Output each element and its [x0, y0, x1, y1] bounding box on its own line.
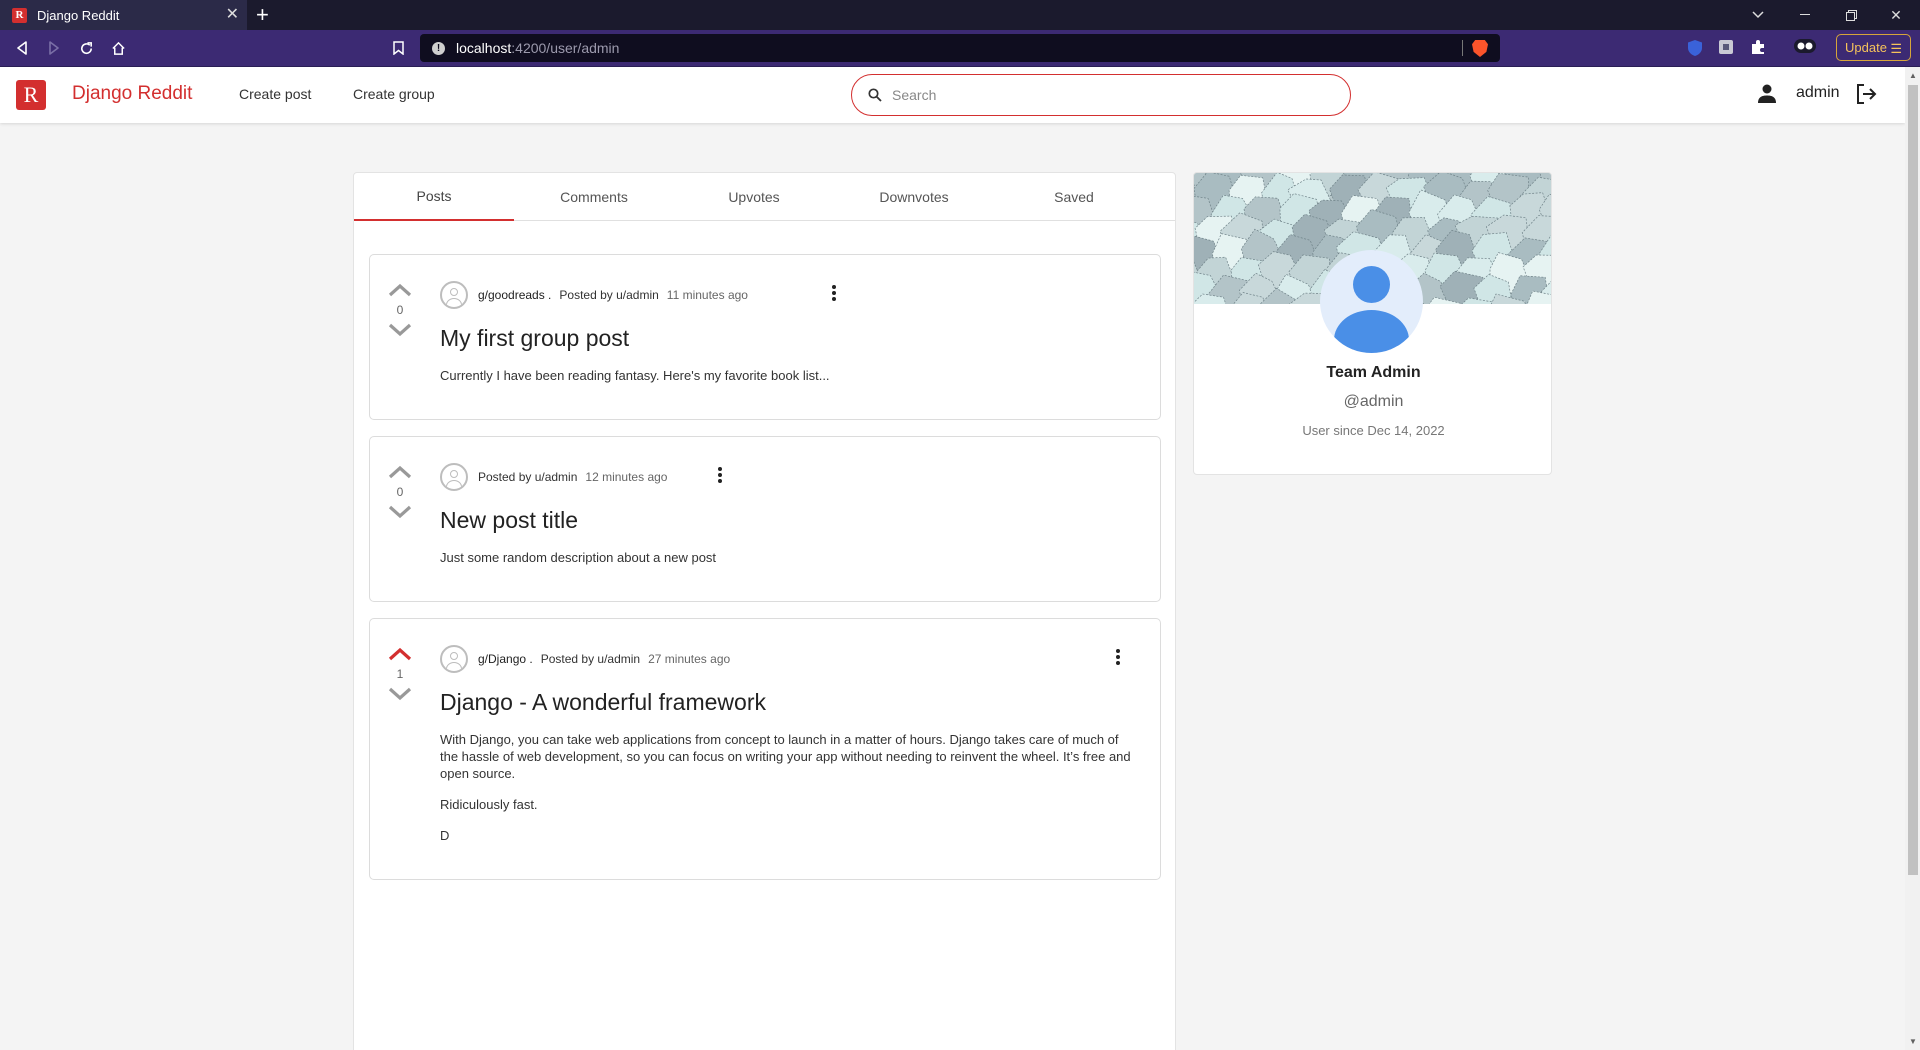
browser-toolbar: ! localhost:4200/user/admin Update ☰	[0, 30, 1920, 67]
post-body-paragraph: Currently I have been reading fantasy. H…	[440, 368, 830, 383]
post-body-paragraph: Just some random description about a new…	[440, 550, 717, 565]
vote-count: 0	[396, 303, 404, 317]
post-author[interactable]: Posted by u/admin	[478, 470, 577, 484]
vote-column: 0	[384, 465, 416, 519]
tab-search-chevron-icon[interactable]	[1738, 0, 1778, 30]
profile-handle: @admin	[1343, 393, 1404, 410]
profile-tabs: Posts Comments Upvotes Downvotes Saved	[354, 173, 1175, 221]
close-window-icon[interactable]: ✕	[1876, 0, 1916, 30]
tab-saved[interactable]: Saved	[994, 173, 1154, 221]
post-body: Currently I have been reading fantasy. H…	[440, 367, 1140, 384]
user-icon[interactable]	[1758, 84, 1776, 109]
avatar-placeholder-icon	[440, 645, 468, 673]
downvote-icon[interactable]	[388, 323, 412, 337]
tab-posts[interactable]: Posts	[354, 173, 514, 221]
menu-icon: ☰	[1890, 41, 1902, 56]
app-logo[interactable]: R	[16, 80, 46, 110]
post-body: With Django, you can take web applicatio…	[440, 731, 1140, 844]
vote-count: 0	[396, 485, 404, 499]
new-tab-icon[interactable]: +	[256, 3, 269, 27]
page-content: R Django Reddit Create post Create group…	[0, 67, 1905, 1050]
extension-icon[interactable]	[1718, 39, 1736, 57]
home-icon[interactable]	[107, 37, 129, 59]
post-time: 11 minutes ago	[666, 288, 748, 302]
profile-name: Team Admin	[1326, 364, 1421, 381]
post-meta: g/goodreads . Posted by u/admin 11 minut…	[440, 281, 748, 309]
scroll-up-arrow-icon[interactable]: ▲	[1909, 71, 1917, 80]
app-header: R Django Reddit Create post Create group…	[0, 67, 1905, 123]
create-post-link[interactable]: Create post	[239, 86, 311, 102]
browser-tab-active[interactable]: R Django Reddit ✕	[0, 0, 247, 30]
post-card[interactable]: 0 Posted by u/admin 12 minutes ago New p…	[369, 436, 1161, 602]
favicon-icon: R	[12, 7, 27, 23]
post-author[interactable]: Posted by u/admin	[541, 652, 640, 666]
profile-card: Team Admin @admin User since Dec 14, 202…	[1193, 172, 1552, 475]
scrollbar-thumb[interactable]	[1908, 85, 1918, 875]
search-icon	[868, 88, 882, 102]
brave-shields-icon[interactable]	[1472, 40, 1488, 57]
user-content-card: Posts Comments Upvotes Downvotes Saved 0…	[353, 172, 1176, 1050]
post-author[interactable]: Posted by u/admin	[559, 288, 658, 302]
tab-upvotes[interactable]: Upvotes	[674, 173, 834, 221]
vpn-shield-icon[interactable]	[1687, 39, 1705, 57]
search-bar[interactable]	[851, 74, 1351, 116]
upvote-icon[interactable]	[388, 647, 412, 661]
post-group-link[interactable]: g/Django .	[478, 652, 533, 666]
post-title[interactable]: Django - A wonderful framework	[440, 689, 766, 716]
post-time: 27 minutes ago	[648, 652, 731, 666]
vote-column: 0	[384, 283, 416, 337]
post-card[interactable]: 0 g/goodreads . Posted by u/admin 11 min…	[369, 254, 1161, 420]
page-scrollbar[interactable]: ▲ ▼	[1905, 67, 1920, 1050]
post-title[interactable]: New post title	[440, 507, 578, 534]
logout-icon[interactable]	[1855, 83, 1877, 110]
forward-icon[interactable]	[43, 37, 65, 59]
post-body-paragraph: Ridiculously fast.	[440, 797, 538, 812]
vote-count: 1	[396, 667, 404, 681]
address-bar[interactable]: ! localhost:4200/user/admin	[420, 34, 1500, 62]
minimize-window-icon[interactable]	[1785, 0, 1825, 30]
post-body: Just some random description about a new…	[440, 549, 1140, 566]
reader-glasses-icon[interactable]	[1794, 39, 1818, 57]
post-body-paragraph: With Django, you can take web applicatio…	[440, 732, 1131, 781]
upvote-icon[interactable]	[388, 283, 412, 297]
address-bar-divider	[1462, 40, 1463, 56]
browser-tab-strip: R Django Reddit ✕ + ✕	[0, 0, 1920, 30]
back-icon[interactable]	[11, 37, 33, 59]
tab-comments[interactable]: Comments	[514, 173, 674, 221]
more-options-icon[interactable]	[716, 467, 724, 487]
avatar-placeholder-icon	[440, 463, 468, 491]
post-title[interactable]: My first group post	[440, 325, 629, 352]
post-meta: Posted by u/admin 12 minutes ago	[440, 463, 667, 491]
username-link[interactable]: admin	[1796, 84, 1840, 102]
browser-tab-title: Django Reddit	[37, 7, 120, 23]
tab-downvotes[interactable]: Downvotes	[834, 173, 994, 221]
reload-icon[interactable]	[75, 37, 97, 59]
update-label: Update	[1845, 40, 1887, 55]
bookmark-icon[interactable]	[387, 37, 409, 59]
puzzle-extensions-icon[interactable]	[1750, 39, 1768, 57]
update-button[interactable]: Update ☰	[1836, 34, 1911, 61]
post-card[interactable]: 1 g/Django . Posted by u/admin 27 minute…	[369, 618, 1161, 880]
search-input[interactable]	[892, 87, 1312, 103]
post-meta: g/Django . Posted by u/admin 27 minutes …	[440, 645, 730, 673]
url-text: localhost:4200/user/admin	[456, 40, 620, 56]
more-options-icon[interactable]	[1114, 649, 1122, 669]
close-tab-icon[interactable]: ✕	[226, 6, 239, 24]
post-body-paragraph: D	[440, 828, 450, 843]
profile-since: User since Dec 14, 2022	[1302, 423, 1445, 438]
vote-column: 1	[384, 647, 416, 701]
upvote-icon[interactable]	[388, 465, 412, 479]
restore-window-icon[interactable]	[1831, 0, 1871, 30]
scroll-down-arrow-icon[interactable]: ▼	[1909, 1037, 1917, 1046]
downvote-icon[interactable]	[388, 687, 412, 701]
profile-avatar-icon	[1320, 250, 1423, 353]
avatar-placeholder-icon	[440, 281, 468, 309]
post-group-link[interactable]: g/goodreads .	[478, 288, 551, 302]
more-options-icon[interactable]	[830, 285, 838, 305]
downvote-icon[interactable]	[388, 505, 412, 519]
create-group-link[interactable]: Create group	[353, 86, 435, 102]
brand-title[interactable]: Django Reddit	[72, 83, 192, 105]
site-info-icon[interactable]: !	[432, 41, 445, 55]
post-time: 12 minutes ago	[585, 470, 668, 484]
